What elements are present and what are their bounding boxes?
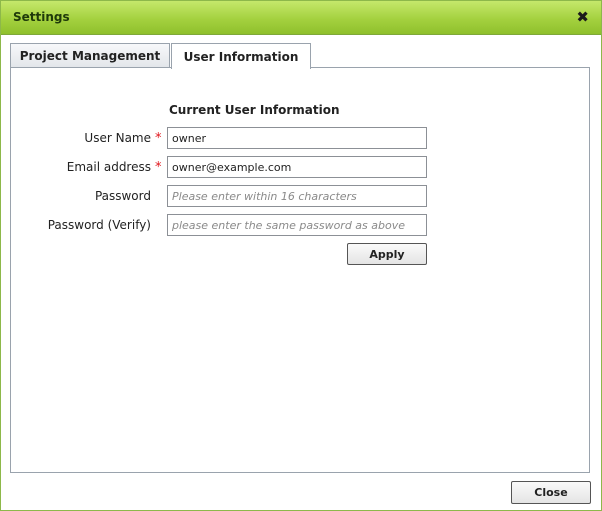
apply-button[interactable]: Apply (347, 243, 427, 265)
email-address-input[interactable] (167, 156, 427, 178)
dialog-titlebar[interactable]: Settings ✖ (1, 1, 601, 35)
tab-project-management[interactable]: Project Management (10, 43, 170, 67)
dialog-title: Settings (13, 10, 70, 24)
section-title: Current User Information (169, 103, 340, 117)
user-name-input[interactable] (167, 127, 427, 149)
close-icon[interactable]: ✖ (576, 8, 589, 26)
tab-user-information[interactable]: User Information (171, 43, 311, 69)
email-address-label: Email address (66, 160, 151, 174)
user-name-label: User Name (84, 131, 151, 145)
password-verify-input[interactable] (167, 214, 427, 236)
password-verify-label: Password (Verify) (47, 218, 151, 232)
user-information-panel: Current User Information User Name * Ema… (10, 67, 590, 473)
password-label: Password (94, 189, 151, 203)
password-input[interactable] (167, 185, 427, 207)
close-button[interactable]: Close (511, 481, 591, 504)
settings-dialog: Settings ✖ Project Management User Infor… (0, 0, 602, 511)
required-marker: * (155, 160, 162, 175)
required-marker: * (155, 131, 162, 146)
